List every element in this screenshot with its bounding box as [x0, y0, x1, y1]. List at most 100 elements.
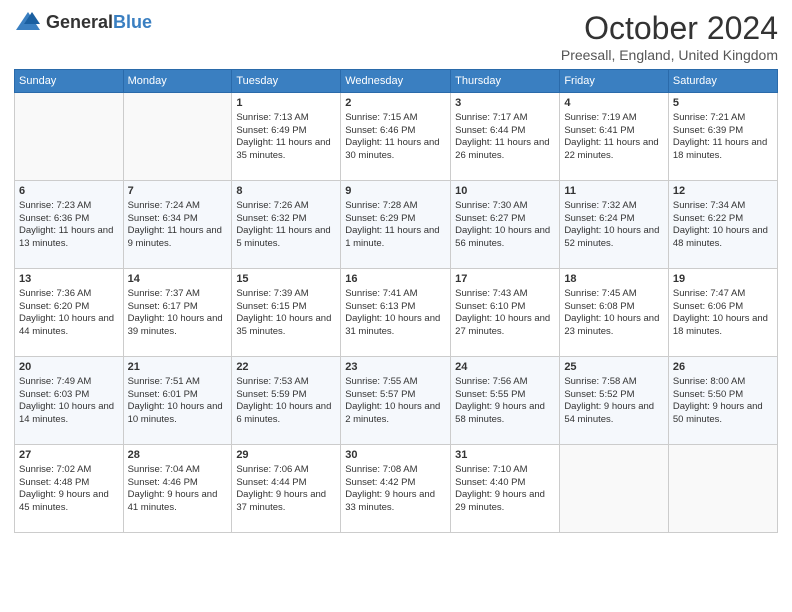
day-info: Sunrise: 7:26 AM Sunset: 6:32 PM Dayligh… — [236, 200, 336, 251]
calendar-day-cell: 25Sunrise: 7:58 AM Sunset: 5:52 PM Dayli… — [560, 357, 669, 445]
day-info: Sunrise: 7:53 AM Sunset: 5:59 PM Dayligh… — [236, 376, 336, 427]
day-info: Sunrise: 8:00 AM Sunset: 5:50 PM Dayligh… — [673, 376, 773, 427]
calendar-day-cell — [668, 445, 777, 533]
day-number: 17 — [455, 272, 555, 287]
calendar-day-cell: 12Sunrise: 7:34 AM Sunset: 6:22 PM Dayli… — [668, 181, 777, 269]
calendar-week-row: 27Sunrise: 7:02 AM Sunset: 4:48 PM Dayli… — [15, 445, 778, 533]
day-number: 20 — [19, 360, 119, 375]
calendar-day-cell: 15Sunrise: 7:39 AM Sunset: 6:15 PM Dayli… — [232, 269, 341, 357]
day-number: 21 — [128, 360, 228, 375]
calendar-day-cell: 8Sunrise: 7:26 AM Sunset: 6:32 PM Daylig… — [232, 181, 341, 269]
day-info: Sunrise: 7:21 AM Sunset: 6:39 PM Dayligh… — [673, 112, 773, 163]
day-number: 7 — [128, 184, 228, 199]
day-info: Sunrise: 7:02 AM Sunset: 4:48 PM Dayligh… — [19, 464, 119, 515]
day-info: Sunrise: 7:17 AM Sunset: 6:44 PM Dayligh… — [455, 112, 555, 163]
day-info: Sunrise: 7:39 AM Sunset: 6:15 PM Dayligh… — [236, 288, 336, 339]
calendar-day-cell: 28Sunrise: 7:04 AM Sunset: 4:46 PM Dayli… — [123, 445, 232, 533]
calendar-table: Sunday Monday Tuesday Wednesday Thursday… — [14, 69, 778, 533]
day-number: 1 — [236, 96, 336, 111]
calendar-week-row: 13Sunrise: 7:36 AM Sunset: 6:20 PM Dayli… — [15, 269, 778, 357]
day-info: Sunrise: 7:24 AM Sunset: 6:34 PM Dayligh… — [128, 200, 228, 251]
calendar-day-cell: 30Sunrise: 7:08 AM Sunset: 4:42 PM Dayli… — [341, 445, 451, 533]
day-number: 29 — [236, 448, 336, 463]
day-number: 23 — [345, 360, 446, 375]
day-info: Sunrise: 7:08 AM Sunset: 4:42 PM Dayligh… — [345, 464, 446, 515]
calendar-day-cell: 11Sunrise: 7:32 AM Sunset: 6:24 PM Dayli… — [560, 181, 669, 269]
logo-general: General — [46, 12, 113, 32]
day-info: Sunrise: 7:41 AM Sunset: 6:13 PM Dayligh… — [345, 288, 446, 339]
calendar-day-cell: 21Sunrise: 7:51 AM Sunset: 6:01 PM Dayli… — [123, 357, 232, 445]
header: GeneralBlue October 2024 Preesall, Engla… — [14, 10, 778, 63]
logo: GeneralBlue — [14, 10, 152, 34]
calendar-day-cell: 18Sunrise: 7:45 AM Sunset: 6:08 PM Dayli… — [560, 269, 669, 357]
location: Preesall, England, United Kingdom — [561, 47, 778, 63]
calendar-day-cell — [560, 445, 669, 533]
calendar-day-cell: 27Sunrise: 7:02 AM Sunset: 4:48 PM Dayli… — [15, 445, 124, 533]
calendar-week-row: 1Sunrise: 7:13 AM Sunset: 6:49 PM Daylig… — [15, 93, 778, 181]
col-friday: Friday — [560, 70, 669, 93]
day-info: Sunrise: 7:36 AM Sunset: 6:20 PM Dayligh… — [19, 288, 119, 339]
day-info: Sunrise: 7:10 AM Sunset: 4:40 PM Dayligh… — [455, 464, 555, 515]
calendar-day-cell: 5Sunrise: 7:21 AM Sunset: 6:39 PM Daylig… — [668, 93, 777, 181]
day-info: Sunrise: 7:47 AM Sunset: 6:06 PM Dayligh… — [673, 288, 773, 339]
day-number: 26 — [673, 360, 773, 375]
day-number: 10 — [455, 184, 555, 199]
calendar-day-cell: 24Sunrise: 7:56 AM Sunset: 5:55 PM Dayli… — [451, 357, 560, 445]
calendar-day-cell: 19Sunrise: 7:47 AM Sunset: 6:06 PM Dayli… — [668, 269, 777, 357]
day-number: 30 — [345, 448, 446, 463]
col-sunday: Sunday — [15, 70, 124, 93]
calendar-day-cell: 7Sunrise: 7:24 AM Sunset: 6:34 PM Daylig… — [123, 181, 232, 269]
day-info: Sunrise: 7:58 AM Sunset: 5:52 PM Dayligh… — [564, 376, 664, 427]
day-info: Sunrise: 7:23 AM Sunset: 6:36 PM Dayligh… — [19, 200, 119, 251]
day-number: 11 — [564, 184, 664, 199]
calendar-day-cell: 9Sunrise: 7:28 AM Sunset: 6:29 PM Daylig… — [341, 181, 451, 269]
calendar-day-cell: 10Sunrise: 7:30 AM Sunset: 6:27 PM Dayli… — [451, 181, 560, 269]
day-number: 27 — [19, 448, 119, 463]
calendar-day-cell: 16Sunrise: 7:41 AM Sunset: 6:13 PM Dayli… — [341, 269, 451, 357]
day-info: Sunrise: 7:49 AM Sunset: 6:03 PM Dayligh… — [19, 376, 119, 427]
calendar-day-cell: 20Sunrise: 7:49 AM Sunset: 6:03 PM Dayli… — [15, 357, 124, 445]
page-container: GeneralBlue October 2024 Preesall, Engla… — [0, 0, 792, 612]
calendar-day-cell: 22Sunrise: 7:53 AM Sunset: 5:59 PM Dayli… — [232, 357, 341, 445]
col-thursday: Thursday — [451, 70, 560, 93]
day-number: 16 — [345, 272, 446, 287]
day-info: Sunrise: 7:28 AM Sunset: 6:29 PM Dayligh… — [345, 200, 446, 251]
day-info: Sunrise: 7:32 AM Sunset: 6:24 PM Dayligh… — [564, 200, 664, 251]
logo-blue: Blue — [113, 12, 152, 32]
col-monday: Monday — [123, 70, 232, 93]
title-block: October 2024 Preesall, England, United K… — [561, 10, 778, 63]
col-saturday: Saturday — [668, 70, 777, 93]
day-number: 14 — [128, 272, 228, 287]
calendar-day-cell: 4Sunrise: 7:19 AM Sunset: 6:41 PM Daylig… — [560, 93, 669, 181]
col-tuesday: Tuesday — [232, 70, 341, 93]
day-number: 6 — [19, 184, 119, 199]
calendar-day-cell: 17Sunrise: 7:43 AM Sunset: 6:10 PM Dayli… — [451, 269, 560, 357]
calendar-day-cell: 13Sunrise: 7:36 AM Sunset: 6:20 PM Dayli… — [15, 269, 124, 357]
calendar-day-cell: 31Sunrise: 7:10 AM Sunset: 4:40 PM Dayli… — [451, 445, 560, 533]
day-info: Sunrise: 7:51 AM Sunset: 6:01 PM Dayligh… — [128, 376, 228, 427]
day-number: 12 — [673, 184, 773, 199]
day-number: 4 — [564, 96, 664, 111]
calendar-day-cell: 23Sunrise: 7:55 AM Sunset: 5:57 PM Dayli… — [341, 357, 451, 445]
day-info: Sunrise: 7:37 AM Sunset: 6:17 PM Dayligh… — [128, 288, 228, 339]
calendar-day-cell: 3Sunrise: 7:17 AM Sunset: 6:44 PM Daylig… — [451, 93, 560, 181]
day-info: Sunrise: 7:30 AM Sunset: 6:27 PM Dayligh… — [455, 200, 555, 251]
day-number: 18 — [564, 272, 664, 287]
day-number: 24 — [455, 360, 555, 375]
day-number: 5 — [673, 96, 773, 111]
day-number: 25 — [564, 360, 664, 375]
day-info: Sunrise: 7:56 AM Sunset: 5:55 PM Dayligh… — [455, 376, 555, 427]
calendar-day-cell: 29Sunrise: 7:06 AM Sunset: 4:44 PM Dayli… — [232, 445, 341, 533]
col-wednesday: Wednesday — [341, 70, 451, 93]
calendar-day-cell: 1Sunrise: 7:13 AM Sunset: 6:49 PM Daylig… — [232, 93, 341, 181]
day-number: 31 — [455, 448, 555, 463]
day-info: Sunrise: 7:45 AM Sunset: 6:08 PM Dayligh… — [564, 288, 664, 339]
day-info: Sunrise: 7:06 AM Sunset: 4:44 PM Dayligh… — [236, 464, 336, 515]
day-number: 22 — [236, 360, 336, 375]
day-number: 8 — [236, 184, 336, 199]
calendar-day-cell: 26Sunrise: 8:00 AM Sunset: 5:50 PM Dayli… — [668, 357, 777, 445]
day-number: 13 — [19, 272, 119, 287]
calendar-day-cell: 2Sunrise: 7:15 AM Sunset: 6:46 PM Daylig… — [341, 93, 451, 181]
day-info: Sunrise: 7:04 AM Sunset: 4:46 PM Dayligh… — [128, 464, 228, 515]
calendar-day-cell: 14Sunrise: 7:37 AM Sunset: 6:17 PM Dayli… — [123, 269, 232, 357]
